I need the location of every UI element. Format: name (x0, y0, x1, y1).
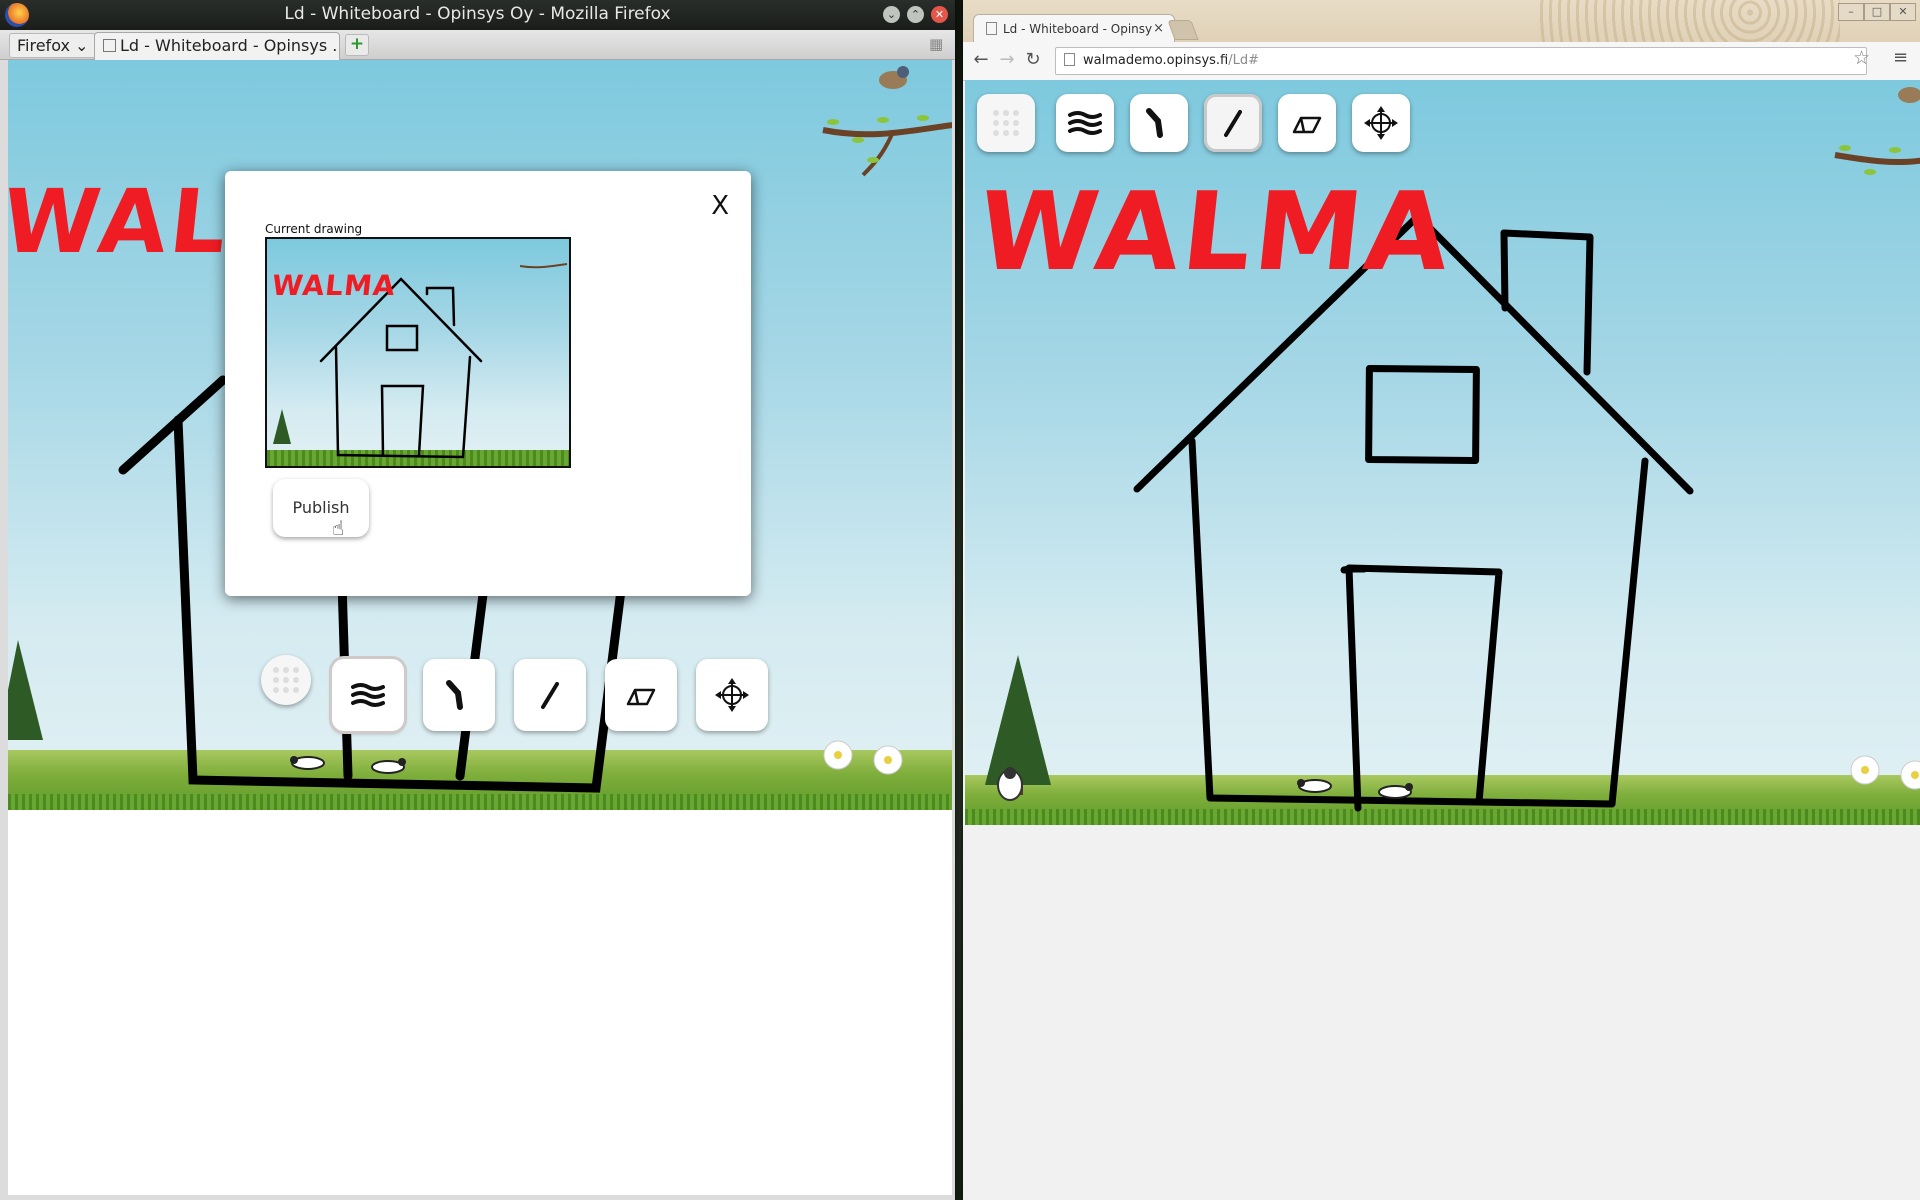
forward-button[interactable]: → (996, 48, 1018, 72)
hand-cursor-icon: ☝ (332, 516, 345, 540)
line-width-button[interactable] (332, 659, 404, 731)
chrome-menu-icon[interactable]: ≡ (1893, 47, 1908, 68)
close-window-button[interactable]: ✕ (931, 6, 948, 23)
firefox-window: Ld - Whiteboard - Opinsys Oy - Mozilla F… (0, 0, 955, 1200)
tab-bar: Firefox ⌄ Ld - Whiteboard - Opinsys ... … (0, 30, 955, 60)
window-title: Ld - Whiteboard - Opinsys Oy - Mozilla F… (284, 4, 671, 24)
url-host: walmademo.opinsys.fi (1083, 53, 1229, 68)
move-button[interactable] (1352, 94, 1410, 152)
wave-lines-icon (351, 683, 385, 707)
close-dialog-button[interactable]: X (711, 191, 729, 221)
line-button[interactable] (514, 659, 586, 731)
whiteboard-canvas[interactable]: WALMA (965, 80, 1920, 825)
firefox-titlebar[interactable]: Ld - Whiteboard - Opinsys Oy - Mozilla F… (0, 0, 955, 30)
firefox-page-content: WALMA X Current drawing WALMA Publish ☝ (8, 60, 952, 1195)
tab-whiteboard[interactable]: Ld - Whiteboard - Opinsys ... (94, 32, 340, 60)
walma-drawn-text: WALMA (972, 170, 1459, 295)
eraser-button[interactable] (605, 659, 677, 731)
tab-groups-icon[interactable]: ▦ (929, 36, 945, 52)
firefox-menu-button[interactable]: Firefox ⌄ (9, 33, 97, 58)
birds-icon (290, 756, 406, 774)
close-window-button[interactable]: ✕ (1890, 3, 1916, 21)
bookmark-star-icon[interactable]: ☆ (1853, 47, 1870, 69)
page-icon (986, 22, 997, 35)
move-button[interactable] (696, 659, 768, 731)
line-button[interactable] (1204, 94, 1262, 152)
birds-icon (1297, 779, 1413, 799)
chrome-window: Ld - Whiteboard - Opinsy × – □ ✕ ← → ↻ w… (963, 0, 1920, 1200)
reload-button[interactable]: ↻ (1022, 48, 1044, 72)
palette-button[interactable] (977, 94, 1035, 152)
wave-lines-icon (1068, 111, 1102, 135)
dot-grid-icon (273, 667, 299, 693)
current-drawing-caption: Current drawing (265, 222, 363, 236)
publish-dialog: X Current drawing WALMA Publish (225, 171, 751, 596)
drawing-thumbnail: WALMA (265, 237, 571, 468)
dot-grid-icon (993, 110, 1019, 136)
free-draw-button[interactable] (1130, 94, 1188, 152)
move-arrows-icon (715, 678, 749, 712)
maximize-button[interactable]: ⌃ (907, 6, 924, 23)
straight-line-icon (1224, 110, 1242, 137)
new-tab-button[interactable]: + (345, 34, 369, 56)
move-arrows-icon (1364, 106, 1398, 140)
page-icon (1064, 53, 1075, 66)
eraser-button[interactable] (1278, 94, 1336, 152)
free-draw-button[interactable] (423, 659, 495, 731)
straight-line-icon (541, 682, 559, 709)
firefox-menu-label: Firefox (17, 36, 70, 55)
tab-label: Ld - Whiteboard - Opinsy (1003, 22, 1153, 36)
maximize-button[interactable]: □ (1864, 3, 1890, 21)
thumbnail-walma-text: WALMA (270, 269, 398, 302)
back-button[interactable]: ← (970, 48, 992, 72)
eraser-icon (626, 688, 656, 706)
freehand-stroke-icon (446, 680, 463, 710)
url-path: /Ld# (1228, 53, 1260, 68)
publish-button[interactable]: Publish (273, 479, 369, 537)
eraser-icon (1292, 116, 1322, 134)
page-icon (103, 39, 116, 52)
minimize-button[interactable]: – (1838, 3, 1864, 21)
thumbnail-scene: WALMA (267, 239, 569, 466)
palette-button[interactable] (261, 655, 311, 705)
address-bar[interactable]: walmademo.opinsys.fi/Ld# (1055, 47, 1867, 75)
chrome-page-content: WALMA (965, 80, 1920, 1200)
tab-label: Ld - Whiteboard - Opinsys ... (120, 36, 340, 55)
tab-whiteboard-chrome[interactable]: Ld - Whiteboard - Opinsy × (973, 14, 1175, 43)
minimize-button[interactable]: ⌄ (883, 6, 900, 23)
close-tab-button[interactable]: × (1153, 15, 1164, 43)
chrome-toolbar: ← → ↻ walmademo.opinsys.fi/Ld# ☆ ≡ (963, 42, 1920, 81)
line-width-button[interactable] (1056, 94, 1114, 152)
freehand-stroke-icon (1146, 108, 1163, 138)
